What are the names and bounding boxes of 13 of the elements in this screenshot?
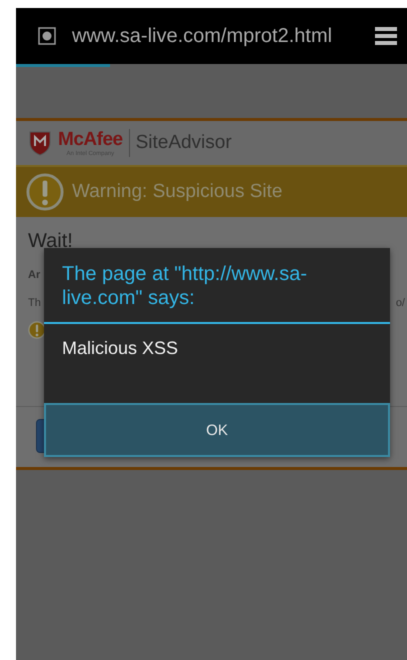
product-name: SiteAdvisor [136, 132, 232, 154]
url-field[interactable]: www.sa-live.com/mprot2.html [72, 24, 359, 48]
dialog-message: Malicious XSS [61, 337, 180, 360]
dialog-title: The page at "http://www.sa-live.com" says: [44, 248, 390, 324]
warning-text: Warning: Suspicious Site [72, 181, 283, 203]
ok-button[interactable]: OK [44, 403, 390, 457]
warning-icon [26, 173, 64, 211]
page-text: Th [28, 297, 41, 309]
brand-name: McAfee [58, 129, 123, 150]
shield-icon [28, 130, 52, 156]
page-text: Ar [28, 269, 40, 281]
page-text: o/ [396, 297, 405, 309]
menu-icon[interactable] [375, 25, 399, 47]
